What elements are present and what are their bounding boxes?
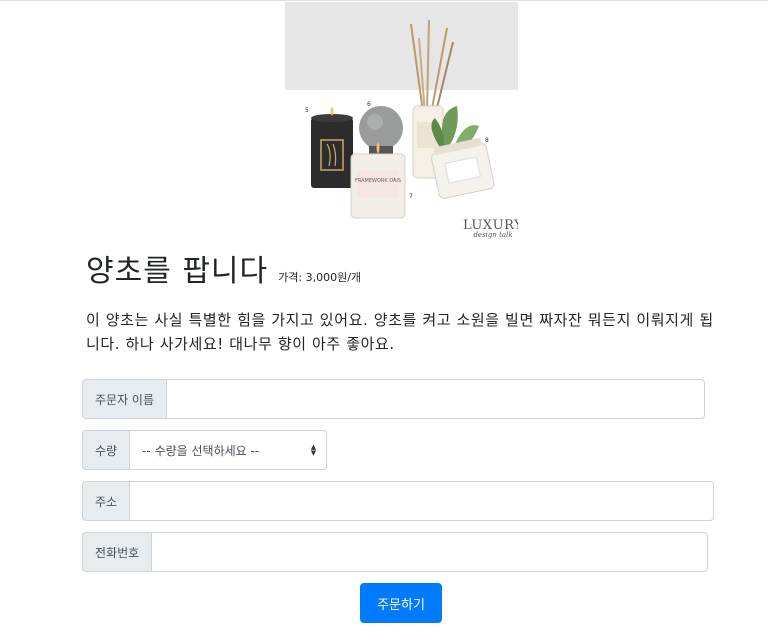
top-border (0, 0, 768, 1)
product-description: 이 양초는 사실 특별한 힘을 가지고 있어요. 양초를 켜고 소원을 빌면 짜… (86, 311, 714, 353)
quantity-selected-value: -- 수량을 선택하세요 -- (142, 443, 260, 458)
product-title: 양초를 팝니다 (86, 254, 269, 289)
image-watermark: LUXURY design talk (463, 218, 518, 239)
candle-label-6: 6 (367, 101, 371, 108)
name-label: 주문자 이름 (82, 379, 167, 419)
product-image: FRAMEWORK DAIS 5 6 8 7 LUXURY design tal… (285, 2, 518, 242)
name-input[interactable] (166, 379, 706, 419)
quantity-input-group: 수량 -- 수량을 선택하세요 -- ▲ ▼ (82, 430, 328, 470)
order-button[interactable]: 주문하기 (360, 583, 442, 623)
select-caret-icon: ▲ ▼ (310, 443, 317, 457)
phone-input[interactable] (151, 532, 709, 572)
product-price: 가격: 3,000원/개 (278, 271, 362, 284)
candle-label-7: 7 (409, 193, 413, 200)
address-label: 주소 (82, 481, 130, 521)
phone-input-group: 전화번호 (82, 532, 709, 572)
name-input-group: 주문자 이름 (82, 379, 706, 419)
address-input-group: 주소 (82, 481, 715, 521)
candle-label-5: 5 (305, 107, 309, 114)
address-input[interactable] (129, 481, 715, 521)
phone-label: 전화번호 (82, 532, 152, 572)
quantity-select[interactable]: -- 수량을 선택하세요 -- ▲ ▼ (129, 430, 328, 470)
product-header: 양초를 팝니다 가격: 3,000원/개 (86, 246, 361, 290)
quantity-label: 수량 (82, 430, 130, 470)
jar-label: FRAMEWORK DAIS (355, 178, 401, 184)
candle-label-8: 8 (485, 137, 489, 144)
